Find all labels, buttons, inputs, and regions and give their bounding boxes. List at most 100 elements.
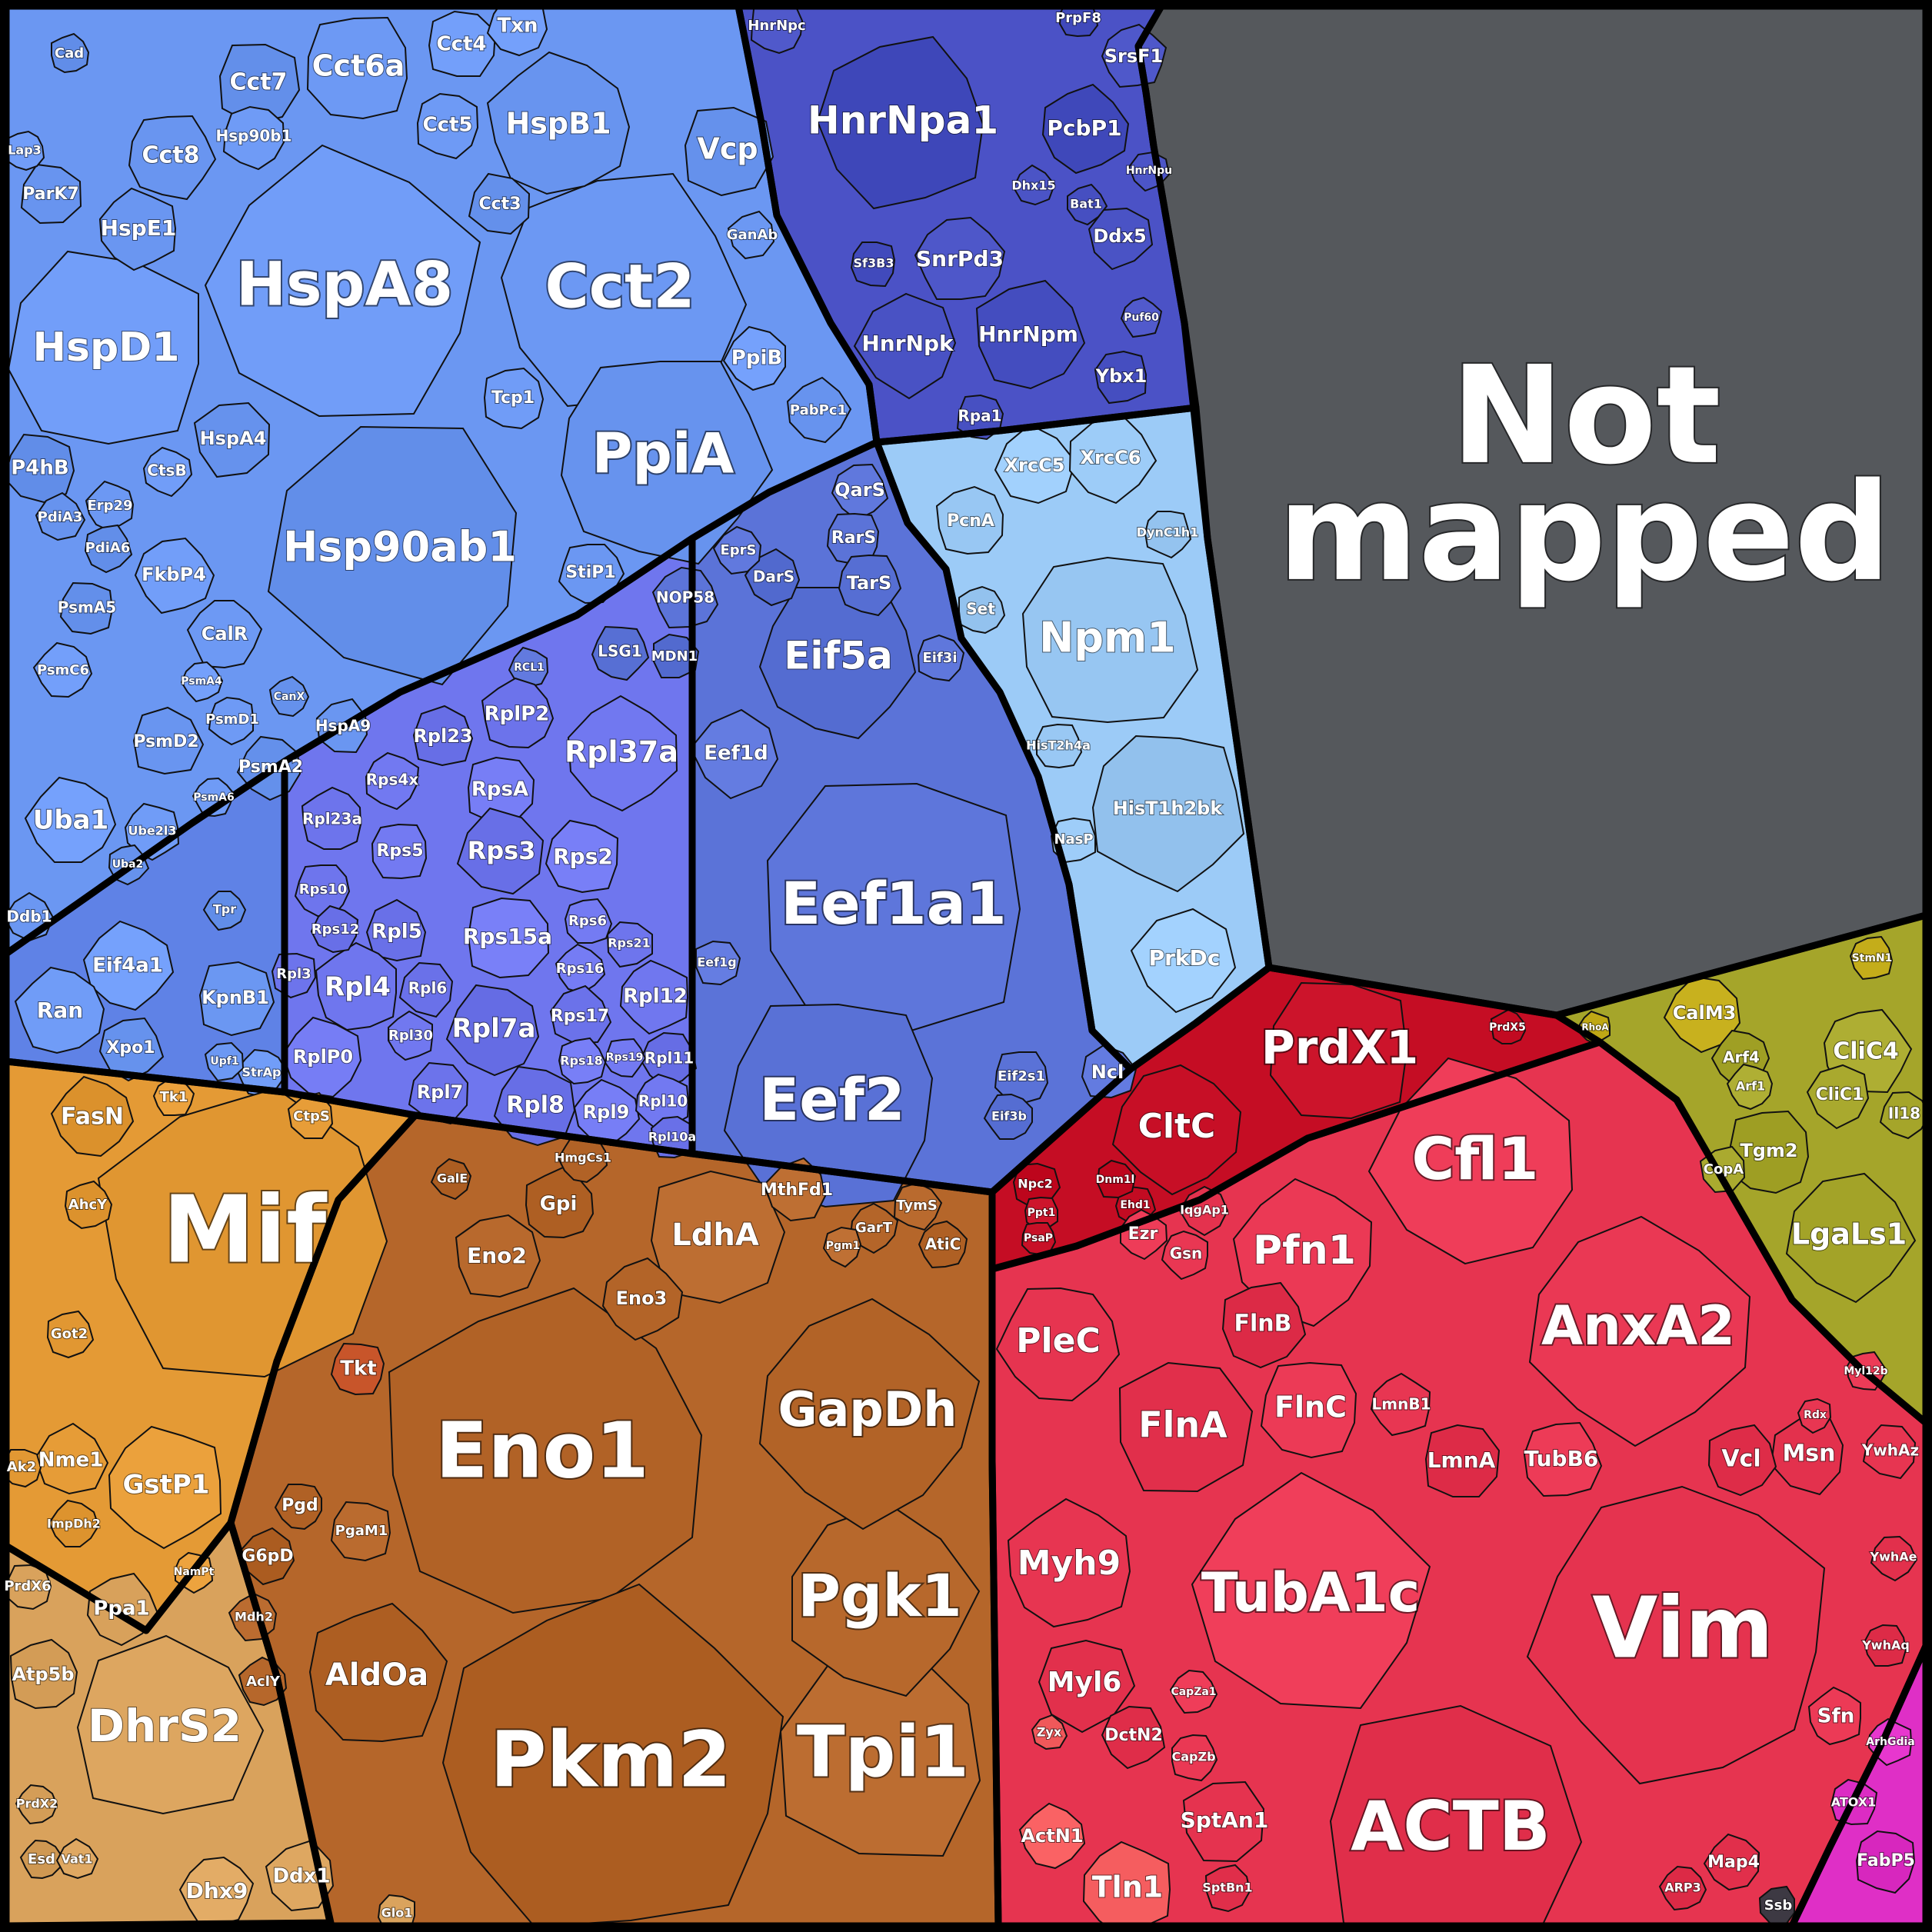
label-ran: Ran <box>37 998 83 1023</box>
label-tpr: Tpr <box>213 902 236 917</box>
label-qars: QarS <box>834 479 885 501</box>
label-ssb: Ssb <box>1764 1897 1793 1914</box>
label-psmd2: PsmD2 <box>133 732 198 751</box>
label-gale: GalE <box>437 1171 468 1186</box>
label-cct5: Cct5 <box>422 114 472 137</box>
label-mthfd1: MthFd1 <box>761 1181 833 1200</box>
label-mdn1: MDN1 <box>651 648 698 665</box>
label-vcp: Vcp <box>697 132 758 166</box>
label-hnrnpa1: HnrNpa1 <box>808 98 998 143</box>
label-lmnb1: LmnB1 <box>1372 1395 1431 1414</box>
label-anxa2: AnxA2 <box>1541 1294 1735 1357</box>
label-eno3: Eno3 <box>616 1287 668 1309</box>
label-psma5: PsmA5 <box>58 598 116 617</box>
label-esd: Esd <box>28 1851 55 1867</box>
label-pgam1: PgaM1 <box>335 1523 388 1539</box>
label-rpl23a: Rpl23a <box>302 810 362 828</box>
label-glo1: Glo1 <box>381 1906 413 1920</box>
label-stip1: StiP1 <box>565 563 615 582</box>
label-pcbp1: PcbP1 <box>1047 115 1121 141</box>
label-tpi1: Tpi1 <box>797 1710 969 1793</box>
label-hnrnpm: HnrNpm <box>978 321 1078 347</box>
label-cfl1: Cfl1 <box>1412 1124 1539 1193</box>
label-cct6a: Cct6a <box>312 49 405 83</box>
label-g6pd: G6pD <box>242 1547 293 1566</box>
label-clic4: CliC4 <box>1833 1038 1898 1065</box>
label-dync1h1: DynC1h1 <box>1137 525 1199 540</box>
label-canx: CanX <box>274 691 305 703</box>
label-hnrnpk: HnrNpk <box>861 331 954 356</box>
label-kpnb1: KpnB1 <box>202 987 269 1008</box>
label-ppa1: Ppa1 <box>93 1597 149 1621</box>
label-hist1h2bk: HisT1h2bk <box>1113 798 1224 819</box>
label-eef1g: Eef1g <box>697 955 736 970</box>
label-lgals1: LgaLs1 <box>1791 1217 1907 1251</box>
label-snrpd3: SnrPd3 <box>916 246 1004 271</box>
label-park7: ParK7 <box>22 185 79 204</box>
label-tkt: Tkt <box>340 1357 376 1381</box>
label-calr: CalR <box>202 623 248 645</box>
label-eif4a1: Eif4a1 <box>92 954 163 978</box>
label-tars: TarS <box>847 572 892 594</box>
label-lap3: Lap3 <box>8 143 42 158</box>
label-ddx1: Ddx1 <box>272 1865 330 1888</box>
label-cct4: Cct4 <box>436 33 486 56</box>
label-rpl10: Rpl10 <box>638 1092 688 1111</box>
label-rpsa: RpsA <box>471 778 528 801</box>
label-flnc: FlnC <box>1274 1391 1347 1424</box>
label-capzb: CapZb <box>1171 1750 1215 1764</box>
label-cct3: Cct3 <box>478 195 521 214</box>
label-ctsb: CtsB <box>147 461 186 480</box>
label-nampt: NamPt <box>174 1566 215 1578</box>
label-vcl: Vcl <box>1721 1446 1760 1473</box>
label-hist2h4a: HisT2h4a <box>1026 738 1091 753</box>
label-pabpc1: PabPc1 <box>790 402 847 418</box>
label-fabp5: FabP5 <box>1857 1851 1915 1870</box>
label-hnrnpc: HnrNpc <box>748 18 805 34</box>
label-dctn2: DctN2 <box>1104 1726 1163 1745</box>
label-ahcy: AhcY <box>68 1197 108 1213</box>
label-eef2: Eef2 <box>759 1065 904 1134</box>
label-rps4x: Rps4x <box>366 771 419 789</box>
label-atox1: ATOX1 <box>1831 1795 1877 1810</box>
label-gart: GarT <box>855 1220 893 1236</box>
label-psma2: PsmA2 <box>238 758 303 777</box>
label-rpl37a: Rpl37a <box>565 735 678 769</box>
label-uba1: Uba1 <box>33 805 109 836</box>
label-rpl9: Rpl9 <box>583 1101 630 1123</box>
label-pfn1: Pfn1 <box>1253 1227 1356 1274</box>
label-arf1: Arf1 <box>1736 1079 1765 1094</box>
label-ak2: Ak2 <box>7 1459 36 1475</box>
label-rpl3: Rpl3 <box>276 966 311 982</box>
label-hnrnpu: HnrNpu <box>1126 165 1172 177</box>
label-p4hb: P4hB <box>11 457 68 480</box>
label-rps2: Rps2 <box>553 844 613 869</box>
label-rpl30: Rpl30 <box>388 1028 433 1044</box>
label-rps5: Rps5 <box>376 841 423 861</box>
label-acly: AclY <box>246 1674 281 1690</box>
label-rpl4: Rpl4 <box>325 972 391 1003</box>
label-hsp90ab1: Hsp90ab1 <box>283 523 517 571</box>
label-rps16: Rps16 <box>556 961 605 977</box>
label-myh9: Myh9 <box>1018 1544 1121 1583</box>
label-gstp1: GstP1 <box>123 1470 210 1501</box>
label-eif5a: Eif5a <box>784 634 893 678</box>
label-gapdh: GapDh <box>778 1381 958 1437</box>
label-eno2: Eno2 <box>467 1243 527 1268</box>
label-prdx2: PrdX2 <box>16 1797 58 1811</box>
label-zyx: Zyx <box>1037 1725 1062 1740</box>
label-pgm1: Pgm1 <box>826 1240 861 1252</box>
label-eif3b: Eif3b <box>991 1109 1027 1124</box>
label-vat1: Vat1 <box>61 1852 92 1867</box>
label-gsn: Gsn <box>1170 1244 1203 1263</box>
label-hspe1: HspE1 <box>101 215 177 241</box>
label-pdia3: PdiA3 <box>38 509 83 525</box>
label-nop58: NOP58 <box>656 588 715 607</box>
label-plec: PleC <box>1016 1321 1100 1361</box>
label-tubb6: TubB6 <box>1524 1446 1599 1471</box>
label-pkm2: Pkm2 <box>490 1714 731 1804</box>
label-xrcc6: XrcC6 <box>1081 447 1141 468</box>
label-rplp2: RplP2 <box>485 703 550 726</box>
label-pcna: PcnA <box>947 511 994 531</box>
label-rpl6: Rpl6 <box>408 979 448 998</box>
